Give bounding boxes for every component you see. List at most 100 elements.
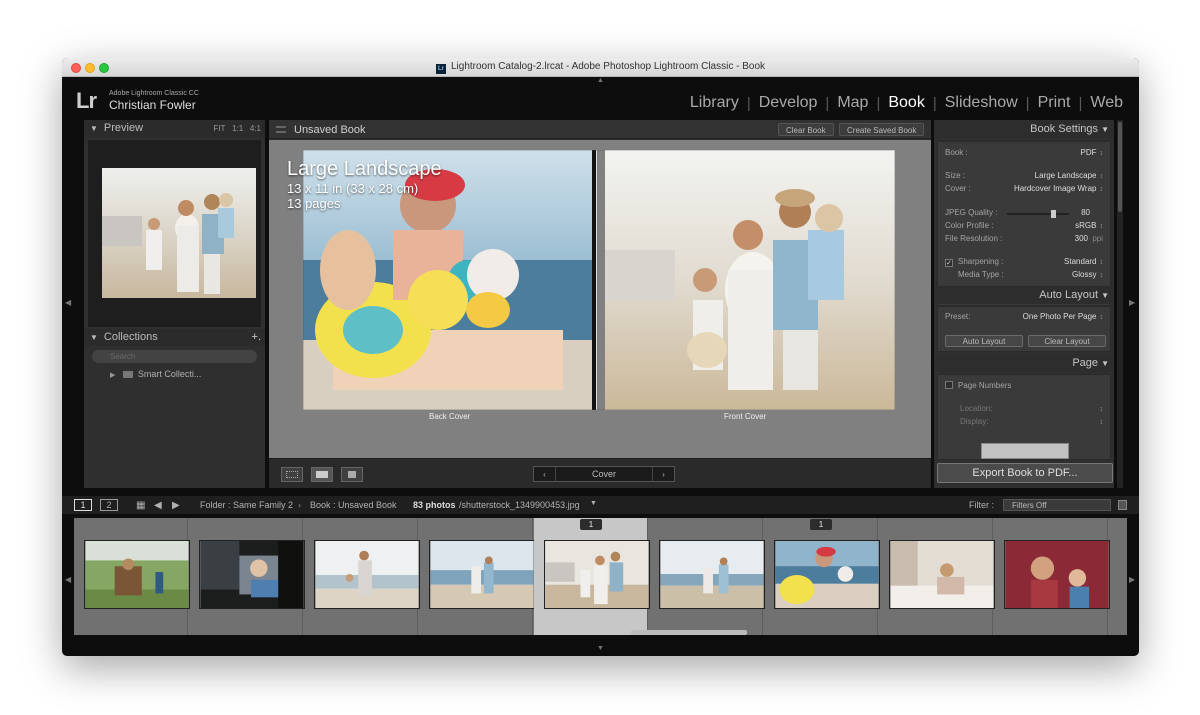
thumb-8[interactable] [889, 540, 995, 609]
spread-view-icon [316, 471, 328, 478]
filter-label: Filter : [969, 500, 995, 510]
location-select[interactable]: Location: [960, 404, 1103, 416]
filmstrip-cell[interactable] [994, 518, 1110, 635]
filmstrip-scroll-left-icon[interactable]: ◀ [65, 575, 71, 584]
module-slideshow[interactable]: Slideshow [937, 94, 1026, 112]
thumb-2[interactable] [199, 540, 305, 609]
filmstrip-cell[interactable] [879, 518, 995, 635]
filmstrip-cell[interactable] [649, 518, 765, 635]
thumb-6[interactable] [659, 540, 765, 609]
module-library[interactable]: Library [682, 94, 747, 112]
front-cover-caption: Front Cover [724, 412, 767, 421]
filmstrip-cell[interactable] [304, 518, 420, 635]
filmstrip: 1 1 [74, 518, 1127, 635]
filmstrip-cell-selected[interactable]: 1 [534, 518, 650, 635]
forward-arrow-icon[interactable]: ▶ [172, 500, 180, 511]
filter-select[interactable]: Filters Off [1003, 499, 1111, 511]
thumb-9[interactable] [1004, 540, 1110, 609]
display-select[interactable]: Display: [960, 417, 1103, 429]
clear-book-button[interactable]: Clear Book [778, 123, 834, 136]
sharpening-checkbox[interactable]: ✓ [945, 259, 953, 267]
thumb-7[interactable] [774, 540, 880, 609]
color-profile-select[interactable]: Color Profile : sRGB [945, 221, 1103, 233]
module-print[interactable]: Print [1030, 94, 1079, 112]
jpeg-quality-slider[interactable]: JPEG Quality :80 [945, 208, 1103, 220]
navigator-preview[interactable] [88, 140, 261, 327]
expand-arrow-icon[interactable]: ▶ [110, 372, 115, 379]
primary-monitor-button[interactable]: 1 [74, 499, 92, 511]
filmstrip-cell[interactable]: 1 [764, 518, 880, 635]
single-page-view-button[interactable] [341, 467, 363, 482]
module-book[interactable]: Book [880, 94, 932, 112]
left-panel: ▼ Preview FIT 1:1 4:1 ▼ Collections +. S… [84, 120, 265, 488]
current-file-name[interactable]: /shutterstock_1349900453.jpg [459, 500, 580, 510]
cover-select[interactable]: Cover : Hardcover Image Wrap [945, 184, 1103, 196]
book-type-select[interactable]: Book : PDF [945, 148, 1103, 160]
current-page-label: Cover [591, 469, 616, 479]
preview-header[interactable]: ▼ Preview FIT 1:1 4:1 [84, 120, 265, 137]
filmstrip-cell[interactable] [74, 518, 190, 635]
auto-layout-button[interactable]: Auto Layout [945, 335, 1023, 347]
book-settings-header[interactable]: Book Settings ▼ [934, 120, 1114, 138]
collections-search-input[interactable]: Search [92, 350, 257, 363]
page-style-swatch[interactable] [981, 443, 1069, 459]
filmstrip-scroll-right-icon[interactable]: ▶ [1129, 575, 1135, 584]
thumb-5[interactable] [544, 540, 650, 609]
collection-item[interactable]: ▶ Smart Collecti... [110, 369, 201, 379]
source-folder[interactable]: Folder : Same Family 2 [200, 500, 293, 510]
slider-thumb[interactable] [1051, 210, 1056, 218]
collapse-triangle-icon: ▼ [90, 124, 98, 133]
book-workspace: Unsaved Book Clear Book Create Saved Boo… [269, 120, 931, 488]
source-book[interactable]: Book : Unsaved Book [310, 500, 397, 510]
page-numbers-toggle[interactable]: Page Numbers [945, 381, 1103, 393]
product-name: Adobe Lightroom Classic CC [109, 90, 199, 97]
collections-header[interactable]: ▼ Collections +. [84, 329, 265, 346]
thumb-3[interactable] [314, 540, 420, 609]
right-panel-scrollbar[interactable] [1117, 120, 1123, 488]
book-header-bar: Unsaved Book Clear Book Create Saved Boo… [269, 120, 931, 139]
create-saved-book-button[interactable]: Create Saved Book [839, 123, 925, 136]
zoom-1-1[interactable]: 1:1 [232, 124, 243, 133]
zoom-4-1[interactable]: 4:1 [250, 124, 261, 133]
grid-icon[interactable]: ▦ [136, 500, 145, 511]
collapse-triangle-icon: ▼ [1101, 359, 1109, 368]
size-select[interactable]: Size : Large Landscape [945, 171, 1103, 183]
sharpening-select[interactable]: ✓ Sharpening : Standard [945, 257, 1103, 269]
preset-select[interactable]: Preset: One Photo Per Page [945, 312, 1103, 324]
filter-lock-icon[interactable] [1118, 500, 1127, 510]
spread-view-button[interactable] [311, 467, 333, 482]
filmstrip-cell[interactable] [419, 518, 535, 635]
multi-page-view-button[interactable] [281, 467, 303, 482]
scrollbar-thumb[interactable] [1118, 122, 1122, 212]
page-header[interactable]: Page ▼ [934, 354, 1114, 372]
module-web[interactable]: Web [1082, 94, 1131, 112]
page-numbers-checkbox[interactable] [945, 381, 953, 389]
clear-layout-button[interactable]: Clear Layout [1028, 335, 1106, 347]
file-dropdown-icon[interactable]: ▼ [590, 500, 597, 507]
module-develop[interactable]: Develop [751, 94, 826, 112]
filmstrip-cell[interactable] [189, 518, 305, 635]
right-panel-toggle-icon[interactable]: ▶ [1129, 298, 1135, 307]
zoom-fit[interactable]: FIT [213, 124, 225, 133]
filmstrip-toolbar: 1 2 ▦ ◀ ▶ Folder : Same Family 2 › Book … [62, 496, 1139, 514]
thumb-1[interactable] [84, 540, 190, 609]
file-resolution-field[interactable]: File Resolution :300 ppi [945, 234, 1103, 246]
media-type-select[interactable]: Media Type : Glossy [958, 270, 1103, 282]
slider-track[interactable] [1007, 210, 1069, 218]
previous-page-button[interactable]: ‹ [534, 467, 556, 481]
module-map[interactable]: Map [829, 94, 876, 112]
next-page-button[interactable]: › [652, 467, 674, 481]
auto-layout-header[interactable]: Auto Layout ▼ [934, 286, 1114, 304]
thumb-4[interactable] [429, 540, 535, 609]
filmstrip-scrollbar-thumb[interactable] [631, 630, 747, 635]
top-panel-toggle-icon[interactable]: ▲ [597, 77, 604, 84]
bottom-panel-toggle-icon[interactable]: ▼ [597, 645, 604, 652]
book-size-label: Large Landscape 13 x 11 in (33 x 28 cm) … [287, 158, 442, 211]
book-toolbar: ‹ Cover › [269, 458, 931, 488]
export-book-button[interactable]: Export Book to PDF... [937, 463, 1113, 483]
secondary-monitor-button[interactable]: 2 [100, 499, 118, 511]
add-collection-button[interactable]: +. [252, 329, 261, 346]
back-arrow-icon[interactable]: ◀ [154, 500, 162, 511]
left-panel-toggle-icon[interactable]: ◀ [65, 298, 71, 307]
back-cover-caption: Back Cover [429, 412, 471, 421]
